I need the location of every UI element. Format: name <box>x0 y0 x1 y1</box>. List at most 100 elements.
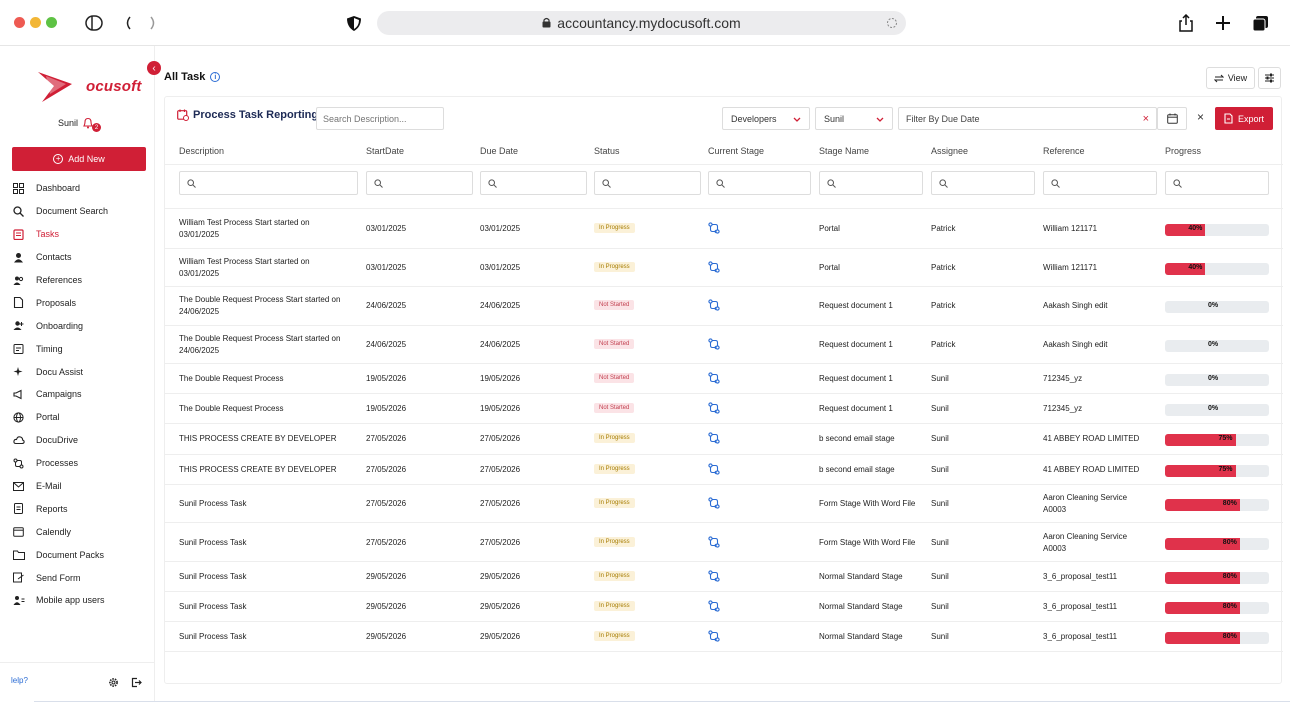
process-flow-icon[interactable] <box>708 298 720 311</box>
process-flow-icon[interactable] <box>708 462 720 475</box>
sidebar-item-docudrive[interactable]: DocuDrive <box>12 429 152 452</box>
table-row[interactable]: The Double Request Process Start started… <box>165 326 1283 364</box>
table-row[interactable]: The Double Request Process 19/05/2026 19/0… <box>165 394 1283 425</box>
sidebar-item-onboarding[interactable]: Onboarding <box>12 314 152 337</box>
back-icon[interactable] <box>118 13 138 33</box>
add-new-button[interactable]: + Add New <box>12 147 146 171</box>
table-row[interactable]: William Test Process Start started on 03/… <box>165 249 1283 287</box>
table-row[interactable]: Sunil Process Task 29/05/2026 29/05/2026 In… <box>165 622 1283 653</box>
column-header-status[interactable]: Status <box>594 146 620 156</box>
table-row[interactable]: THIS PROCESS CREATE BY DEVELOPER 27/05/20… <box>165 455 1283 485</box>
sidebar-item-portal[interactable]: Portal <box>12 406 152 429</box>
filter-status-input[interactable] <box>594 171 701 195</box>
user-profile[interactable]: Sunil 2 <box>58 117 102 132</box>
process-flow-icon[interactable] <box>708 221 720 234</box>
sidebar-item-references[interactable]: References <box>12 269 152 292</box>
bell-icon[interactable]: 2 <box>82 117 102 132</box>
sidebar-item-document-search[interactable]: Document Search <box>12 200 152 223</box>
sidebar-item-reports[interactable]: Reports <box>12 497 152 520</box>
view-button[interactable]: View <box>1206 67 1255 89</box>
sidebar-item-mobile-app-users[interactable]: Mobile app users <box>12 589 152 612</box>
column-header-assignee[interactable]: Assignee <box>931 146 968 156</box>
logout-icon[interactable] <box>131 675 142 688</box>
table-row[interactable]: Sunil Process Task 29/05/2026 29/05/2026 In… <box>165 562 1283 592</box>
address-bar[interactable]: accountancy.mydocusoft.com <box>377 11 906 35</box>
table-row[interactable]: Sunil Process Task 27/05/2026 27/05/2026 In… <box>165 523 1283 562</box>
share-icon[interactable] <box>1176 13 1196 33</box>
table-row[interactable]: Sunil Process Task 27/05/2026 27/05/2026 In… <box>165 485 1283 524</box>
description-cell: Sunil Process Task <box>179 499 247 509</box>
column-header-reference[interactable]: Reference <box>1043 146 1085 156</box>
process-flow-icon[interactable] <box>708 496 720 509</box>
column-header-current-stage[interactable]: Current Stage <box>708 146 764 156</box>
column-header-stage-name[interactable]: Stage Name <box>819 146 869 156</box>
status-badge: In Progress <box>594 261 635 272</box>
developers-select[interactable]: Developers <box>722 107 810 130</box>
sidebar-item-campaigns[interactable]: Campaigns <box>12 383 152 406</box>
sidebar-item-send-form[interactable]: Send Form <box>12 566 152 589</box>
sidebar-toggle-icon[interactable] <box>84 13 104 33</box>
process-flow-icon[interactable] <box>708 629 720 642</box>
info-icon[interactable]: i <box>210 72 221 82</box>
close-window-button[interactable] <box>14 17 25 28</box>
column-header-progress[interactable]: Progress <box>1165 146 1201 156</box>
filter-stage-name-input[interactable] <box>819 171 923 195</box>
filter-due-date-input[interactable] <box>480 171 587 195</box>
sidebar-item-docu-assist[interactable]: Docu Assist <box>12 360 152 383</box>
sidebar-item-document-packs[interactable]: Document Packs <box>12 543 152 566</box>
forward-icon[interactable] <box>143 13 163 33</box>
due-date-filter[interactable]: Filter By Due Date × <box>898 107 1157 130</box>
notification-badge: 2 <box>92 123 102 132</box>
search-icon <box>488 178 497 188</box>
contacts-icon <box>12 251 25 264</box>
column-header-startdate[interactable]: StartDate <box>366 146 404 156</box>
clear-filters-icon[interactable]: × <box>1197 110 1204 124</box>
process-flow-icon[interactable] <box>708 401 720 414</box>
calendar-button[interactable] <box>1157 107 1187 130</box>
sidebar-item-timing[interactable]: Timing <box>12 337 152 360</box>
sidebar-item-tasks[interactable]: Tasks <box>12 223 152 246</box>
filter-current-stage-input[interactable] <box>708 171 811 195</box>
docusoft-logo[interactable]: ocusoft <box>36 70 141 106</box>
collapse-sidebar-button[interactable]: ‹ <box>147 61 161 75</box>
help-link[interactable]: lelp? <box>11 676 28 685</box>
table-row[interactable]: The Double Request Process 19/05/2026 19/0… <box>165 364 1283 395</box>
table-row[interactable]: THIS PROCESS CREATE BY DEVELOPER 27/05/20… <box>165 424 1283 455</box>
progress-bar: 0% <box>1165 339 1269 352</box>
process-flow-icon[interactable] <box>708 599 720 612</box>
tabs-overview-icon[interactable] <box>1250 13 1270 33</box>
filter-description-input[interactable] <box>179 171 358 195</box>
sidebar-item-dashboard[interactable]: Dashboard <box>12 177 152 200</box>
sidebar-item-processes[interactable]: Processes <box>12 452 152 475</box>
new-tab-icon[interactable] <box>1213 13 1233 33</box>
user-select[interactable]: Sunil <box>815 107 893 130</box>
filter-reference-input[interactable] <box>1043 171 1157 195</box>
filter-startdate-input[interactable] <box>366 171 473 195</box>
search-description-input[interactable] <box>316 107 444 130</box>
maximize-window-button[interactable] <box>46 17 57 28</box>
column-header-description[interactable]: Description <box>179 146 224 156</box>
table-row[interactable]: William Test Process Start started on 03/… <box>165 210 1283 249</box>
clear-date-icon[interactable]: × <box>1143 113 1149 125</box>
loading-icon[interactable] <box>886 16 898 32</box>
process-flow-icon[interactable] <box>708 260 720 273</box>
table-row[interactable]: Sunil Process Task 29/05/2026 29/05/2026 In… <box>165 592 1283 623</box>
export-button[interactable]: Export <box>1215 107 1273 130</box>
settings-icon[interactable] <box>108 675 119 687</box>
sidebar-item-calendly[interactable]: Calendly <box>12 520 152 543</box>
process-flow-icon[interactable] <box>708 431 720 445</box>
sidebar-item-contacts[interactable]: Contacts <box>12 246 152 269</box>
shield-icon[interactable] <box>344 13 364 33</box>
process-flow-icon[interactable] <box>708 337 720 350</box>
column-header-due-date[interactable]: Due Date <box>480 146 518 156</box>
filter-settings-button[interactable] <box>1258 67 1281 89</box>
table-row[interactable]: The Double Request Process Start started… <box>165 287 1283 326</box>
minimize-window-button[interactable] <box>30 17 41 28</box>
process-flow-icon[interactable] <box>708 371 720 384</box>
filter-assignee-input[interactable] <box>931 171 1035 195</box>
process-flow-icon[interactable] <box>708 535 720 548</box>
sidebar-item-proposals[interactable]: Proposals <box>12 291 152 314</box>
filter-progress-input[interactable] <box>1165 171 1269 195</box>
sidebar-item-e-mail[interactable]: E-Mail <box>12 475 152 498</box>
process-flow-icon[interactable] <box>708 569 720 582</box>
